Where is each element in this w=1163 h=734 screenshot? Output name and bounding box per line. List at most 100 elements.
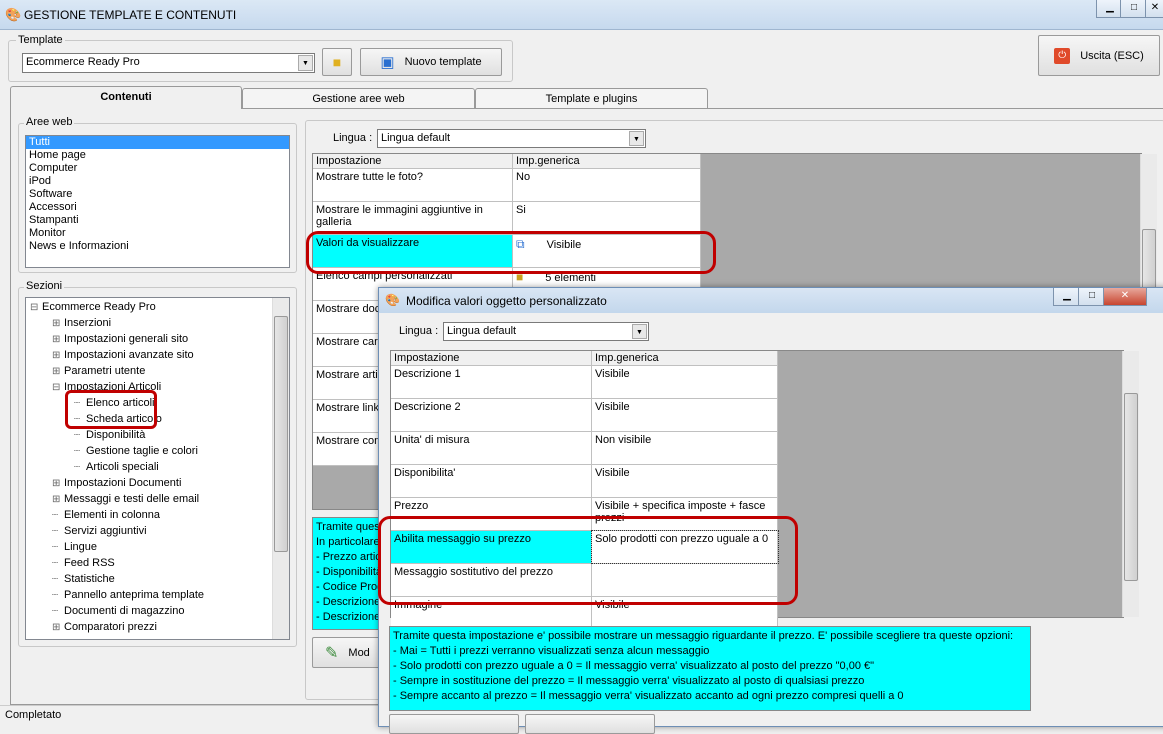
table-row[interactable]: Prezzo Visibile + specifica imposte + fas…	[391, 498, 778, 531]
maximize-button[interactable]: □	[1120, 0, 1148, 18]
tree-item[interactable]: ┈ Statistiche	[26, 571, 289, 587]
dialog-save-button[interactable]	[389, 714, 519, 734]
setting-value-text: Visibile	[595, 401, 630, 413]
collapse-icon[interactable]: ⊟	[52, 380, 64, 396]
tree-item-label: Comparatori prezzi	[64, 621, 157, 633]
setting-value[interactable]: Visibile + specifica imposte + fasce pre…	[592, 498, 778, 530]
tree-item[interactable]: ┈ Scheda articolo	[26, 411, 289, 427]
setting-name: Messaggio sostitutivo del prezzo	[391, 564, 592, 596]
tree-item-label: Messaggi e testi delle email	[64, 493, 200, 505]
table-row[interactable]: Abilita messaggio su prezzo Solo prodotti…	[391, 530, 779, 564]
dialog-close-button[interactable]: ✕	[1103, 288, 1147, 306]
tree-item[interactable]: ┈ Pannello anteprima template	[26, 587, 289, 603]
table-row[interactable]: Messaggio sostitutivo del prezzo	[391, 564, 778, 597]
expand-icon[interactable]: ⊞	[52, 476, 64, 492]
sezioni-label: Sezioni	[24, 280, 65, 292]
setting-value[interactable]: Visibile	[592, 399, 778, 431]
dialog-lingua-select[interactable]: Lingua default ▼	[443, 322, 649, 341]
table-row[interactable]: Disponibilita' Visibile	[391, 465, 778, 498]
table-row[interactable]: Descrizione 1 Visibile	[391, 366, 778, 399]
expand-icon[interactable]: ⊞	[52, 364, 64, 380]
setting-value[interactable]: Visibile	[592, 366, 778, 398]
sezioni-tree[interactable]: ⊟ Ecommerce Ready Pro ⊞ Inserzioni ⊞ Impostaz…	[25, 297, 290, 640]
aree-web-item[interactable]: Home page	[26, 149, 289, 162]
tree-item[interactable]: ⊞ Impostazioni Documenti	[26, 475, 289, 491]
aree-web-list[interactable]: Tutti Home page Computer iPod Software Access…	[25, 135, 290, 268]
setting-name: Abilita messaggio su prezzo	[391, 531, 592, 563]
dialog-description: Tramite questa impostazione e' possibile…	[389, 626, 1031, 711]
tab-template-plugins[interactable]: Template e plugins	[475, 88, 708, 109]
dialog-settings-grid[interactable]: Impostazione Imp.generica Descrizione 1 Vis…	[390, 350, 1124, 630]
setting-value[interactable]: Si	[513, 202, 701, 234]
aree-web-item[interactable]: Monitor	[26, 227, 289, 240]
tree-item[interactable]: ┈ Articoli speciali	[26, 459, 289, 475]
tree-scrollbar[interactable]	[272, 298, 289, 639]
template-group-label: Template	[16, 34, 65, 46]
power-icon: ⏻	[1054, 47, 1071, 64]
tree-item[interactable]: ⊞ Impostazioni avanzate sito	[26, 347, 289, 363]
setting-name: Descrizione 1	[391, 366, 592, 398]
aree-web-item[interactable]: News e Informazioni	[26, 240, 289, 253]
expand-icon[interactable]: ⊞	[52, 332, 64, 348]
aree-web-item[interactable]: Tutti	[26, 136, 289, 149]
tree-item[interactable]: ┈ Feed RSS	[26, 555, 289, 571]
tree-item[interactable]: ⊞ Impostazioni generali sito	[26, 331, 289, 347]
table-row[interactable]: Mostrare le immagini aggiuntive in galle…	[313, 202, 701, 235]
open-folder-button[interactable]: ■	[322, 48, 352, 76]
grid-header: Impostazione Imp.generica	[313, 154, 701, 169]
tree-item[interactable]: ┈ Disponibilità	[26, 427, 289, 443]
setting-value[interactable]: Non visibile	[592, 432, 778, 464]
tree-item[interactable]: ┈ Gestione taglie e colori	[26, 443, 289, 459]
column-header: Impostazione	[313, 154, 513, 168]
tree-line-icon: ┈	[52, 574, 59, 585]
table-row[interactable]: Descrizione 2 Visibile	[391, 399, 778, 432]
tree-item[interactable]: ⊟ Impostazioni Articoli	[26, 379, 289, 395]
table-row[interactable]: Valori da visualizzare ⧉ Visibile	[313, 235, 701, 268]
dialog-minimize-button[interactable]: ▁	[1053, 288, 1081, 306]
table-row[interactable]: Mostrare tutte le foto? No	[313, 169, 701, 202]
setting-value[interactable]: ⧉ Visibile	[513, 235, 701, 267]
tree-item[interactable]: ⊞ Messaggi e testi delle email	[26, 491, 289, 507]
template-select[interactable]: Ecommerce Ready Pro ▼	[22, 53, 315, 73]
aree-web-item[interactable]: iPod	[26, 175, 289, 188]
tree-item[interactable]: ⊟ Ecommerce Ready Pro	[26, 299, 289, 315]
setting-value[interactable]: Solo prodotti con prezzo uguale a 0	[591, 530, 779, 564]
setting-value[interactable]	[592, 564, 778, 596]
collapse-icon[interactable]: ⊟	[30, 300, 42, 316]
setting-name: Descrizione 2	[391, 399, 592, 431]
tree-item[interactable]: ⊞ Inserzioni	[26, 315, 289, 331]
expand-icon[interactable]: ⊞	[52, 316, 64, 332]
setting-value[interactable]: Visibile	[592, 597, 778, 629]
aree-web-item[interactable]: Accessori	[26, 201, 289, 214]
exit-button[interactable]: ⏻ Uscita (ESC)	[1038, 35, 1160, 76]
setting-value[interactable]: Visibile	[592, 465, 778, 497]
table-row[interactable]: Unita' di misura Non visibile	[391, 432, 778, 465]
expand-icon[interactable]: ⊞	[52, 620, 64, 636]
lingua-select[interactable]: Lingua default ▼	[377, 129, 646, 148]
aree-web-item[interactable]: Software	[26, 188, 289, 201]
tree-item[interactable]: ┈ Elementi in colonna	[26, 507, 289, 523]
dialog-cancel-button[interactable]	[525, 714, 655, 734]
dialog-maximize-button[interactable]: □	[1078, 288, 1106, 306]
tree-line-icon: ┈	[74, 414, 81, 425]
tree-item[interactable]: ⊞ Parametri utente	[26, 363, 289, 379]
tab-gestione-aree-web[interactable]: Gestione aree web	[242, 88, 475, 109]
window-title: GESTIONE TEMPLATE E CONTENUTI	[24, 8, 237, 22]
expand-icon[interactable]: ⊞	[52, 348, 64, 364]
close-button[interactable]: ✕	[1145, 0, 1163, 18]
new-template-button[interactable]: ▣ Nuovo template	[360, 48, 502, 76]
tab-contenuti[interactable]: Contenuti	[10, 86, 242, 109]
tree-line-icon: ┈	[74, 462, 81, 473]
tree-item[interactable]: ┈ Servizi aggiuntivi	[26, 523, 289, 539]
expand-icon[interactable]: ⊞	[52, 492, 64, 508]
setting-value[interactable]: No	[513, 169, 701, 201]
tree-item[interactable]: ┈ Documenti di magazzino	[26, 603, 289, 619]
description-line: - Mai = Tutti i prezzi verranno visualiz…	[393, 645, 710, 657]
description-line: - Sempre in sostituzione del prezzo = Il…	[393, 675, 865, 687]
aree-web-item[interactable]: Stampanti	[26, 214, 289, 227]
tree-item[interactable]: ⊞ Comparatori prezzi	[26, 619, 289, 635]
dialog-grid-scrollbar[interactable]	[1122, 351, 1139, 617]
tree-item[interactable]: ┈ Elenco articoli	[26, 395, 289, 411]
tree-item[interactable]: ┈ Lingue	[26, 539, 289, 555]
aree-web-item[interactable]: Computer	[26, 162, 289, 175]
